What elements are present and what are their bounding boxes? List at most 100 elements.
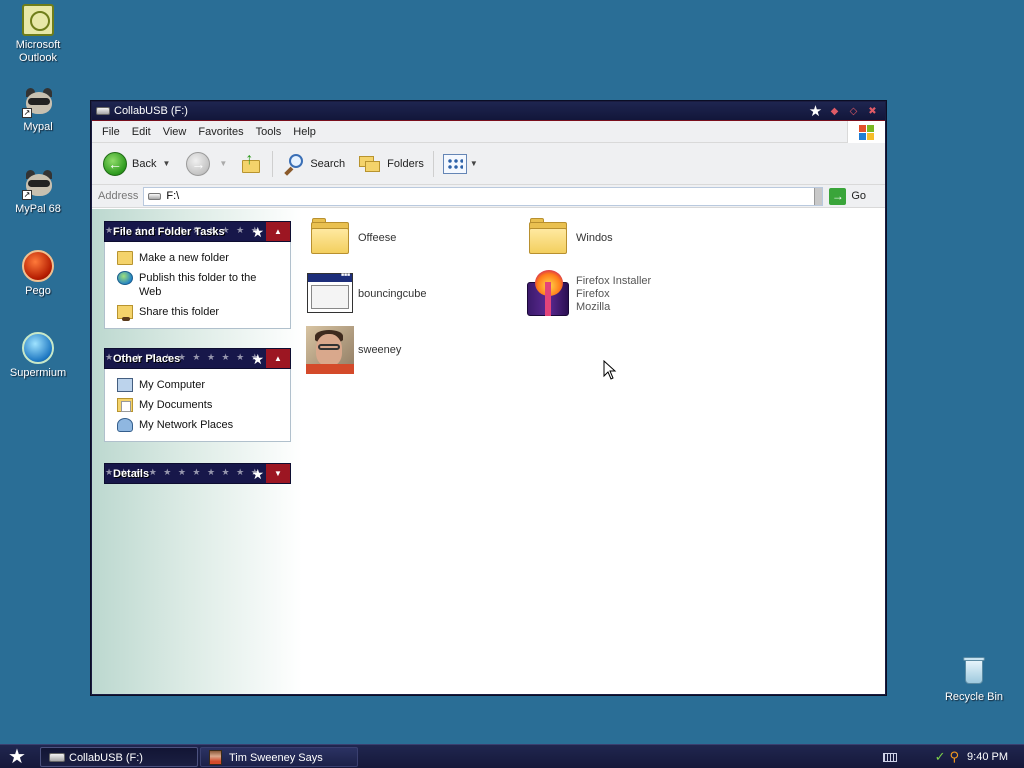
task-label: Publish this folder to the Web: [139, 272, 257, 298]
menu-tools[interactable]: Tools: [250, 126, 288, 138]
task-publish-web[interactable]: Publish this folder to the Web: [117, 268, 290, 302]
place-label: My Computer: [139, 379, 206, 391]
explorer-window: CollabUSB (F:) ★ ◆ ◇ ✖ File Edit View Fa…: [91, 101, 886, 695]
desktop-icon-outlook[interactable]: Microsoft Outlook: [0, 4, 76, 65]
place-my-computer[interactable]: My Computer: [117, 375, 290, 395]
toolbar-separator: [272, 150, 274, 177]
desktop-icon-label: Pego: [25, 285, 51, 297]
collapse-icon[interactable]: ▲: [266, 349, 290, 368]
panel-title: Other Places: [113, 353, 181, 365]
star-icon: ★: [251, 224, 264, 240]
publish-web-icon: [117, 271, 133, 285]
panel-header[interactable]: Details ★ ▼: [104, 463, 291, 484]
file-item-bouncingcube[interactable]: bouncingcube: [306, 270, 427, 318]
file-details: Firefox Installer Firefox Mozilla: [576, 275, 651, 314]
chevron-down-icon[interactable]: ▼: [162, 159, 170, 168]
panel-header[interactable]: File and Folder Tasks ★ ▲: [104, 221, 291, 242]
task-share-folder[interactable]: Share this folder: [117, 302, 290, 322]
views-icon: [442, 153, 467, 174]
desktop-icon-supermium[interactable]: Supermium: [0, 332, 76, 380]
close-button[interactable]: ✖: [864, 103, 881, 120]
task-new-folder[interactable]: Make a new folder: [117, 248, 290, 268]
panel-body: My Computer My Documents My Network Plac…: [104, 369, 291, 442]
chevron-down-icon[interactable]: ▼: [219, 159, 227, 168]
menu-view[interactable]: View: [157, 126, 193, 138]
panel-header[interactable]: Other Places ★ ▲: [104, 348, 291, 369]
desktop-icon-pego[interactable]: Pego: [0, 250, 76, 298]
shortcut-arrow-icon: ↗: [22, 108, 32, 118]
keyboard-icon[interactable]: [882, 752, 897, 762]
outlook-icon: [22, 4, 54, 36]
views-button[interactable]: ▼: [440, 149, 481, 179]
file-item-sweeney[interactable]: sweeney: [306, 326, 401, 374]
system-tray: ✓ ⚲ 9:40 PM: [882, 745, 1024, 768]
file-name: Offeese: [358, 231, 397, 244]
recycle-bin-icon: [958, 656, 990, 688]
up-folder-button[interactable]: ↑: [236, 149, 266, 179]
forward-button[interactable]: ▼: [183, 149, 230, 179]
address-field[interactable]: F:\: [143, 186, 824, 206]
window-title: CollabUSB (F:): [114, 105, 188, 117]
network-activity-icon[interactable]: ✓: [935, 749, 946, 765]
star-icon[interactable]: ★: [807, 103, 824, 120]
expand-icon[interactable]: ▼: [266, 464, 290, 483]
back-button[interactable]: Back ▼: [100, 149, 173, 179]
place-network[interactable]: My Network Places: [117, 415, 290, 435]
my-computer-icon: [117, 378, 133, 392]
raccoon-icon: ↗: [22, 86, 54, 118]
my-documents-icon: [117, 398, 133, 412]
address-value: F:\: [166, 190, 180, 202]
menu-favorites[interactable]: Favorites: [192, 126, 249, 138]
application-icon: [306, 270, 354, 318]
file-item-windos[interactable]: Windos: [524, 214, 613, 262]
title-bar[interactable]: CollabUSB (F:) ★ ◆ ◇ ✖: [92, 102, 885, 121]
search-button[interactable]: Search: [279, 149, 348, 179]
go-button[interactable]: → Go: [829, 187, 866, 205]
network-places-icon: [117, 418, 133, 432]
toolbar-separator: [432, 150, 434, 177]
panel-body: Make a new folder Publish this folder to…: [104, 242, 291, 329]
file-name: sweeney: [358, 343, 402, 356]
person-icon: [209, 750, 222, 765]
desktop-icon-label: Recycle Bin: [944, 691, 1004, 703]
supermium-icon: [22, 332, 54, 364]
address-dropdown[interactable]: [814, 187, 823, 205]
folders-button[interactable]: Folders: [356, 149, 427, 179]
maximize-button[interactable]: ◇: [845, 103, 862, 120]
desktop-icon-label: Mypal: [23, 121, 53, 133]
menu-help[interactable]: Help: [287, 126, 322, 138]
chevron-down-icon[interactable]: ▼: [470, 159, 478, 168]
desktop-icon-label: Microsoft Outlook: [15, 39, 61, 64]
file-company: Mozilla: [576, 300, 611, 313]
menu-file[interactable]: File: [96, 126, 126, 138]
taskbar-button-collabusb[interactable]: CollabUSB (F:): [40, 747, 198, 767]
desktop-icon-recycle-bin[interactable]: Recycle Bin: [936, 656, 1012, 704]
file-item-firefox-installer[interactable]: Firefox Installer Firefox Mozilla: [524, 270, 651, 318]
file-item-offeese[interactable]: Offeese: [306, 214, 396, 262]
collapse-icon[interactable]: ▲: [266, 222, 290, 241]
taskbar-button-label: Tim Sweeney Says: [229, 752, 323, 764]
star-icon: ★: [251, 351, 264, 367]
desktop-icon-label: Supermium: [9, 367, 67, 379]
folder-icon: [306, 214, 354, 262]
details-panel: Details ★ ▼: [104, 463, 291, 484]
usb-drive-icon: [96, 107, 110, 115]
file-name: Firefox Installer: [576, 274, 652, 287]
place-my-documents[interactable]: My Documents: [117, 395, 290, 415]
clock[interactable]: 9:40 PM: [967, 751, 1008, 763]
search-tray-icon[interactable]: ⚲: [950, 749, 960, 765]
other-places-panel: Other Places ★ ▲ My Computer My Document…: [104, 348, 291, 442]
taskbar: ★ CollabUSB (F:) Tim Sweeney Says ✓ ⚲ 9:…: [0, 744, 1024, 768]
taskbar-button-tim-sweeney[interactable]: Tim Sweeney Says: [200, 747, 358, 767]
minimize-button[interactable]: ◆: [826, 103, 843, 120]
search-icon: [282, 153, 304, 176]
folder-icon: [524, 214, 572, 262]
task-label: Share this folder: [139, 306, 220, 318]
start-button[interactable]: ★: [5, 746, 29, 768]
desktop-icon-mypal-68[interactable]: ↗ MyPal 68: [0, 168, 76, 216]
share-folder-icon: [117, 305, 133, 321]
desktop-icon-mypal[interactable]: ↗ Mypal: [0, 86, 76, 134]
menu-edit[interactable]: Edit: [126, 126, 157, 138]
firefox-installer-icon: [524, 270, 572, 318]
task-label: Make a new folder: [139, 252, 229, 264]
